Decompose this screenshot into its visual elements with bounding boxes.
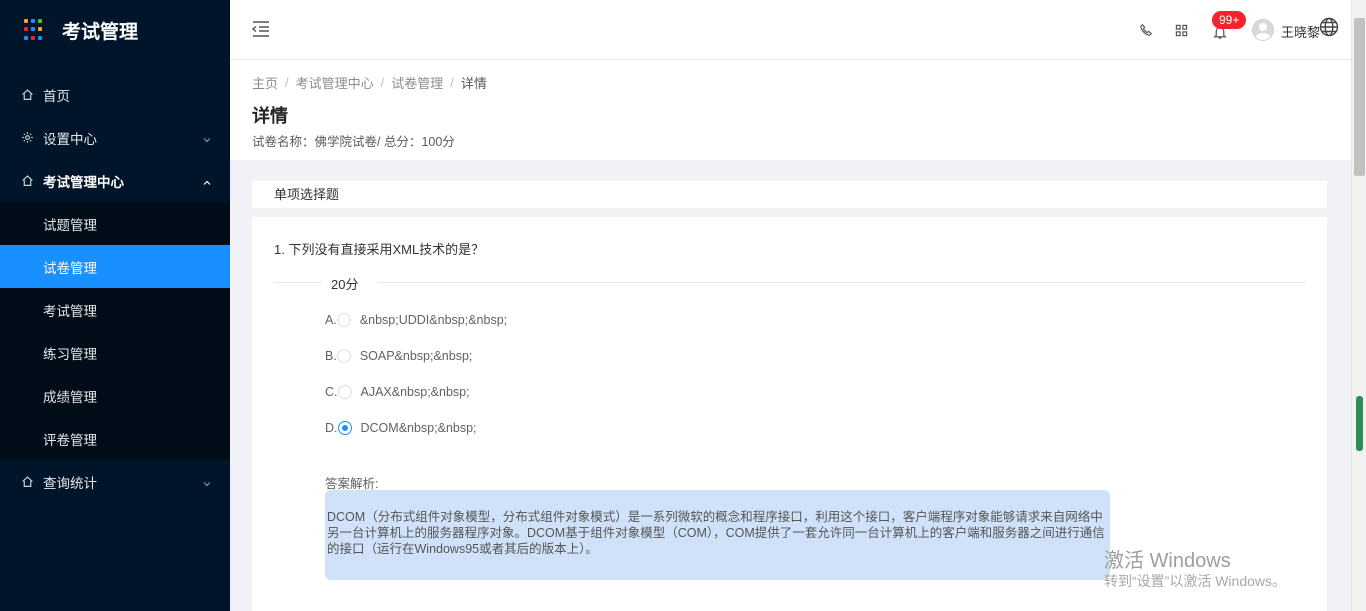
sidebar-item-label: 查询统计 <box>43 475 97 491</box>
app-grid-logo-icon <box>24 19 46 41</box>
divider-line <box>378 282 1306 283</box>
apps-icon[interactable] <box>1173 22 1189 38</box>
logo[interactable]: 考试管理 <box>0 0 230 60</box>
menu-fold-icon[interactable] <box>251 20 271 38</box>
sidebar-item-grading-management[interactable]: 评卷管理 <box>0 417 230 460</box>
breadcrumb-separator: / <box>450 74 454 90</box>
option-text: AJAX&nbsp;&nbsp; <box>360 385 470 399</box>
sidebar-item-label: 成绩管理 <box>43 389 97 405</box>
sidebar-item-home[interactable]: 首页 <box>0 73 230 116</box>
chevron-up-icon <box>202 176 212 186</box>
analysis-box: DCOM（分布式组件对象模型，分布式组件对象模式）是一系列微软的概念和程序接口，… <box>325 490 1110 580</box>
breadcrumb-exam-center[interactable]: 考试管理中心 <box>296 73 374 92</box>
sidebar-item-label: 考试管理中心 <box>43 174 124 190</box>
sidebar-item-settings[interactable]: 设置中心 <box>0 116 230 159</box>
sidebar-item-paper-management[interactable]: 试卷管理 <box>0 245 230 288</box>
question-title: 1. 下列没有直接采用XML技术的是？ <box>274 242 485 257</box>
notification-badge[interactable]: 99+ <box>1212 11 1247 29</box>
sidebar-item-label: 首页 <box>43 88 70 104</box>
logo-dot <box>38 35 42 40</box>
logo-dot <box>24 27 28 32</box>
watermark-title: 激活 Windows <box>1104 550 1231 572</box>
section-header: 单项选择题 <box>252 181 1327 208</box>
option-a[interactable]: A. &nbsp;UDDI&nbsp;&nbsp; <box>325 312 507 328</box>
option-letter: A. <box>325 313 337 327</box>
submenu-exam-center: 试题管理 试卷管理 考试管理 练习管理 成绩管理 评卷管理 <box>0 202 230 460</box>
option-text: SOAP&nbsp;&nbsp; <box>359 349 473 363</box>
breadcrumb-paper-management[interactable]: 试卷管理 <box>391 73 443 92</box>
sidebar-item-label: 评卷管理 <box>43 432 97 448</box>
gear-icon <box>20 131 34 145</box>
logo-dot <box>31 19 35 23</box>
logo-dot <box>38 19 42 23</box>
home-icon <box>20 475 34 489</box>
watermark-subtitle: 转到“设置”以激活 Windows。 <box>1104 573 1287 589</box>
breadcrumb-home[interactable]: 主页 <box>252 73 278 92</box>
chevron-down-icon <box>202 477 212 487</box>
breadcrumb-separator: / <box>380 74 385 90</box>
radio-button-selected[interactable] <box>337 421 352 435</box>
divider-line <box>274 282 322 283</box>
sidebar-item-label: 考试管理 <box>43 303 97 319</box>
radio-button[interactable] <box>337 385 352 399</box>
option-letter: B. <box>325 349 337 363</box>
sidebar-item-label: 试卷管理 <box>43 260 97 276</box>
avatar[interactable] <box>1252 19 1274 41</box>
sidebar-item-score-management[interactable]: 成绩管理 <box>0 374 230 417</box>
option-c[interactable]: C. AJAX&nbsp;&nbsp; <box>325 384 470 400</box>
breadcrumb: 主页 / 考试管理中心 / 试卷管理 / 详情 <box>252 73 1329 92</box>
app-title: 考试管理 <box>62 21 139 43</box>
chevron-down-icon <box>202 133 212 143</box>
logo-dot <box>31 35 35 40</box>
option-b[interactable]: B. SOAP&nbsp;&nbsp; <box>325 348 472 364</box>
radio-button[interactable] <box>336 313 351 327</box>
home-icon <box>20 88 34 102</box>
section-title: 单项选择题 <box>274 187 340 202</box>
scrollbar-thumb[interactable] <box>1354 18 1365 176</box>
sidebar-item-exam-center[interactable]: 考试管理中心 <box>0 159 230 202</box>
option-d[interactable]: D. DCOM&nbsp;&nbsp; <box>325 420 477 436</box>
option-letter: C. <box>325 385 338 399</box>
sidebar: 考试管理 首页 设置中心 考试管理中心 试题管理 试卷管理 考试管理 练习管理 … <box>0 0 230 611</box>
option-letter: D. <box>325 421 338 435</box>
username[interactable]: 王晓黎 <box>1281 22 1320 41</box>
sidebar-item-question-management[interactable]: 试题管理 <box>0 202 230 245</box>
question-score: 20分 <box>331 277 359 292</box>
radio-button[interactable] <box>336 349 351 363</box>
page-header: 主页 / 考试管理中心 / 试卷管理 / 详情 详情 试卷名称：佛学院试卷/ 总… <box>230 60 1351 160</box>
sidebar-item-label: 设置中心 <box>43 131 97 147</box>
score-divider: 20分 <box>274 273 1306 293</box>
globe-icon[interactable] <box>1319 17 1339 37</box>
sidebar-item-practice-management[interactable]: 练习管理 <box>0 331 230 374</box>
top-header: 99+ 王晓黎 <box>230 0 1351 60</box>
breadcrumb-separator: / <box>285 74 289 90</box>
page-title: 详情 <box>252 106 288 126</box>
logo-dot <box>24 19 28 23</box>
sidebar-menu: 首页 设置中心 考试管理中心 试题管理 试卷管理 考试管理 练习管理 成绩管理 … <box>0 73 230 503</box>
page-subtitle: 试卷名称：佛学院试卷/ 总分：100分 <box>252 135 455 149</box>
sidebar-item-label: 试题管理 <box>43 217 97 233</box>
sidebar-item-statistics[interactable]: 查询统计 <box>0 460 230 503</box>
sidebar-item-label: 练习管理 <box>43 346 97 362</box>
analysis-text: DCOM（分布式组件对象模型，分布式组件对象模式）是一系列微软的概念和程序接口，… <box>327 510 1105 556</box>
logo-dot <box>38 27 42 32</box>
sidebar-item-exam-management[interactable]: 考试管理 <box>0 288 230 331</box>
vertical-scrollbar[interactable] <box>1351 0 1366 611</box>
home-icon <box>20 174 34 188</box>
phone-icon[interactable] <box>1138 22 1154 38</box>
logo-dot <box>31 27 35 32</box>
option-text: DCOM&nbsp;&nbsp; <box>360 421 477 435</box>
logo-dot <box>24 35 28 40</box>
breadcrumb-current: 详情 <box>460 75 487 91</box>
option-text: &nbsp;UDDI&nbsp;&nbsp; <box>359 313 508 327</box>
scroll-marker <box>1356 396 1363 451</box>
